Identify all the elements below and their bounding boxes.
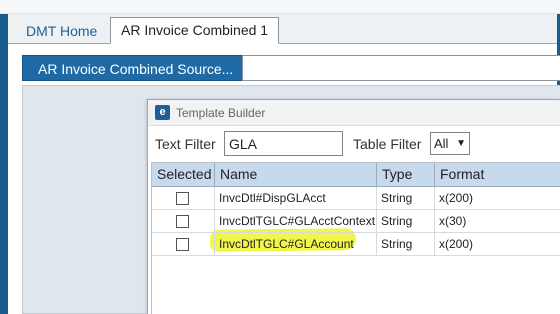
table-filter-label: Table Filter [353,136,422,152]
format-cell: x(200) [439,191,474,205]
table-row[interactable]: InvcDtlTGLC#GLAcctContext String x(30) [152,210,560,233]
table-row[interactable]: InvcDtlTGLC#GLAccount String x(200) [152,233,560,256]
fields-grid: Selected Name Type Format InvcDtl#DispGL… [151,162,560,314]
type-cell: String [377,210,435,232]
type-cell: String [377,233,435,255]
name-cell: InvcDtl#DispGLAcct [215,187,377,209]
source-button[interactable]: AR Invoice Combined Source... [22,55,244,81]
text-filter-label: Text Filter [155,136,216,152]
app-logo-icon: e [155,105,170,120]
select-checkbox[interactable] [176,215,189,228]
select-checkbox[interactable] [176,238,189,251]
source-path-field[interactable] [242,55,560,81]
window-top-frame [0,0,560,14]
format-cell: x(30) [439,214,467,228]
tab-strip: DMT Home AR Invoice Combined 1 [8,14,557,44]
grid-empty-area [152,259,560,314]
selected-cell [152,187,215,209]
name-cell: InvcDtlTGLC#GLAcctContext [215,210,377,232]
table-row[interactable]: InvcDtl#DispGLAcct String x(200) [152,187,560,210]
template-builder-dialog: e Template Builder Text Filter Table Fil… [147,99,560,314]
column-header-name[interactable]: Name [215,163,377,187]
table-filter-select[interactable]: All ▼ [430,132,470,155]
tab-dmt-home[interactable]: DMT Home [26,23,97,39]
type-cell: String [377,187,435,209]
left-accent-rail [0,14,8,314]
column-header-selected[interactable]: Selected [152,163,215,187]
column-header-format[interactable]: Format [435,163,560,187]
selected-cell [152,233,215,255]
selected-cell [152,210,215,232]
format-cell: x(200) [439,237,474,251]
dialog-title: Template Builder [176,106,266,120]
chevron-down-icon: ▼ [456,138,466,149]
dialog-titlebar[interactable]: e Template Builder [148,100,560,126]
select-checkbox[interactable] [176,192,189,205]
column-header-type[interactable]: Type [377,163,435,187]
tab-ar-invoice-combined[interactable]: AR Invoice Combined 1 [110,17,280,44]
text-filter-input[interactable] [224,131,343,156]
name-cell: InvcDtlTGLC#GLAccount [215,233,377,255]
table-filter-value: All [434,136,449,151]
